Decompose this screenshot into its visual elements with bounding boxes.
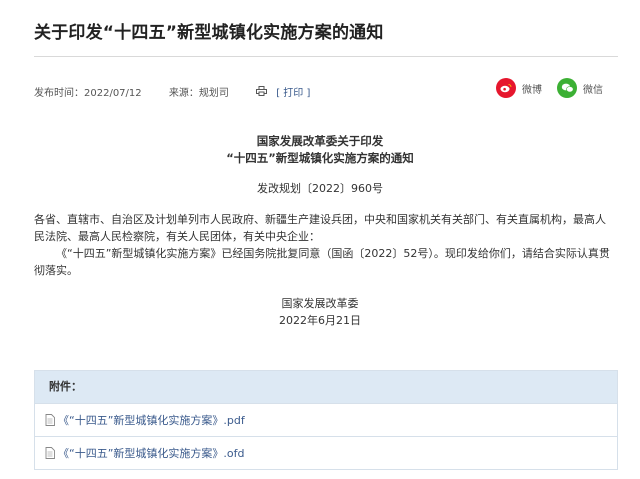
doc-signer: 国家发展改革委 [281,297,359,310]
print-label: [ 打印 ] [276,88,311,99]
printer-icon [256,86,268,96]
doc-body: 《“十四五”新型城镇化实施方案》已经国务院批复同意（国函〔2022〕52号）。现… [34,247,610,277]
attachment-link-pdf[interactable]: 《“十四五”新型城镇化实施方案》.pdf [58,412,245,428]
share-weibo-button[interactable]: 微博 [496,78,542,98]
file-icon [45,414,55,426]
attachment-item[interactable]: 《“十四五”新型城镇化实施方案》.pdf [35,403,617,436]
doc-date: 2022年6月21日 [279,314,361,327]
doc-addressees: 各省、直辖市、自治区及计划单列市人民政府、新疆生产建设兵团，中央和国家机关有关部… [34,213,606,243]
file-icon [45,447,55,459]
title-divider [34,56,618,57]
doc-number: 发改规划〔2022〕960号 [257,182,383,195]
doc-title-line: “十四五”新型城镇化实施方案的通知 [226,151,414,165]
doc-issuer-line: 国家发展改革委关于印发 [256,134,384,148]
source: 来源：规划司 [168,88,229,99]
attachments-header: 附件： [35,371,617,403]
page-title: 关于印发“十四五”新型城镇化实施方案的通知 [34,23,384,43]
print-button[interactable]: [ 打印 ] [256,84,310,99]
wechat-icon [557,78,577,98]
weibo-label: 微博 [522,84,542,96]
article-meta: 发布时间：2022/07/12 来源：规划司 [ 打印 ] [34,84,334,99]
publish-time: 发布时间：2022/07/12 [34,88,142,99]
wechat-label: 微信 [583,84,603,96]
attachment-link-ofd[interactable]: 《“十四五”新型城镇化实施方案》.ofd [58,445,244,461]
attachments-panel: 附件： 《“十四五”新型城镇化实施方案》.pdf 《“十四五”新型城镇化实施方案… [34,370,618,470]
weibo-icon [496,78,516,98]
share-wechat-button[interactable]: 微信 [557,78,603,98]
attachment-item[interactable]: 《“十四五”新型城镇化实施方案》.ofd [35,436,617,469]
